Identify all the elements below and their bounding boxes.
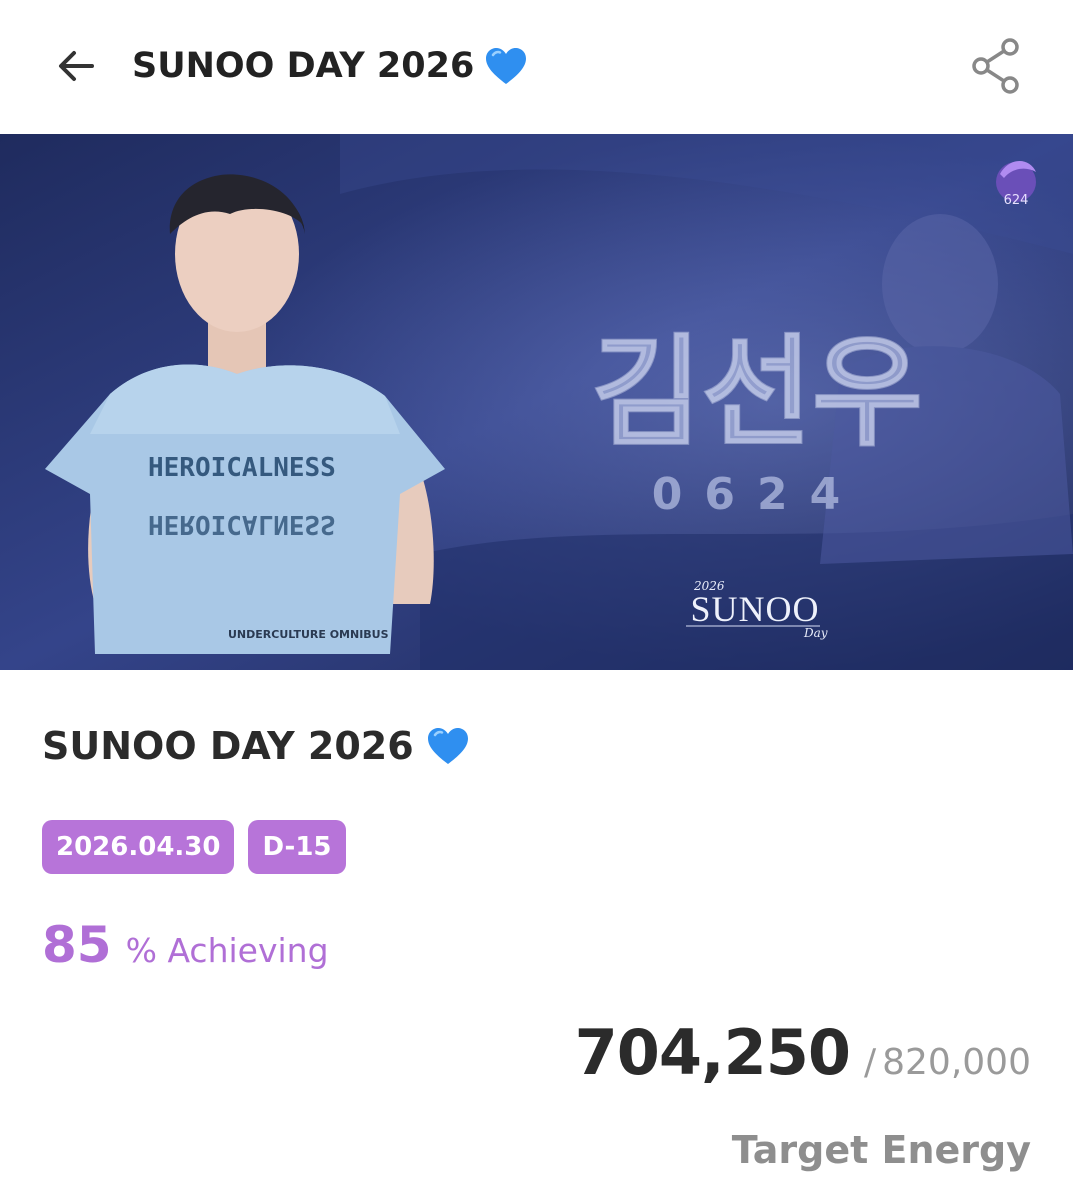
shirt-small-print: UNDERCULTURE OMNIBUS <box>228 628 389 641</box>
app-header: SUNOO DAY 2026 <box>0 0 1073 134</box>
svg-text:624: 624 <box>1004 193 1029 208</box>
arrow-left-icon <box>59 51 94 81</box>
logo-name: SUNOO <box>690 589 819 629</box>
date-badge: 2026.04.30 <box>42 820 235 874</box>
event-badges: 2026.04.30 D-15 <box>42 820 346 874</box>
dday-badge: D-15 <box>248 820 346 874</box>
blue-heart-icon <box>486 48 527 84</box>
energy-separator: / <box>863 1042 877 1083</box>
page-title: SUNOO DAY 2026 <box>132 40 528 92</box>
back-button[interactable] <box>52 44 100 88</box>
logo-suffix: Day <box>803 626 828 640</box>
share-icon <box>972 38 1019 94</box>
shirt-print-mirror: HEROICALNESS <box>148 509 336 539</box>
banner-birthday: 0624 <box>652 469 862 520</box>
blue-heart-icon <box>427 728 468 764</box>
achievement-status: 85 % Achieving <box>42 916 329 986</box>
page-title-text: SUNOO DAY 2026 <box>132 46 475 86</box>
achievement-label: % Achieving <box>125 931 329 970</box>
event-title-text: SUNOO DAY 2026 <box>42 724 414 768</box>
target-energy-label: Target Energy <box>731 1128 1031 1172</box>
target-energy-value: 820,000 <box>882 1042 1031 1083</box>
event-banner-image: HEROICALNESS HEROICALNESS UNDERCULTURE O… <box>0 134 1073 670</box>
event-title: SUNOO DAY 2026 <box>42 716 470 776</box>
achievement-percent: 85 <box>42 916 112 974</box>
energy-progress: 704,250 / 820,000 <box>575 1016 1031 1096</box>
current-energy: 704,250 <box>574 1016 851 1089</box>
share-button[interactable] <box>968 36 1024 96</box>
shirt-print: HEROICALNESS <box>148 453 336 483</box>
banner-name: 김선우 <box>591 324 922 463</box>
